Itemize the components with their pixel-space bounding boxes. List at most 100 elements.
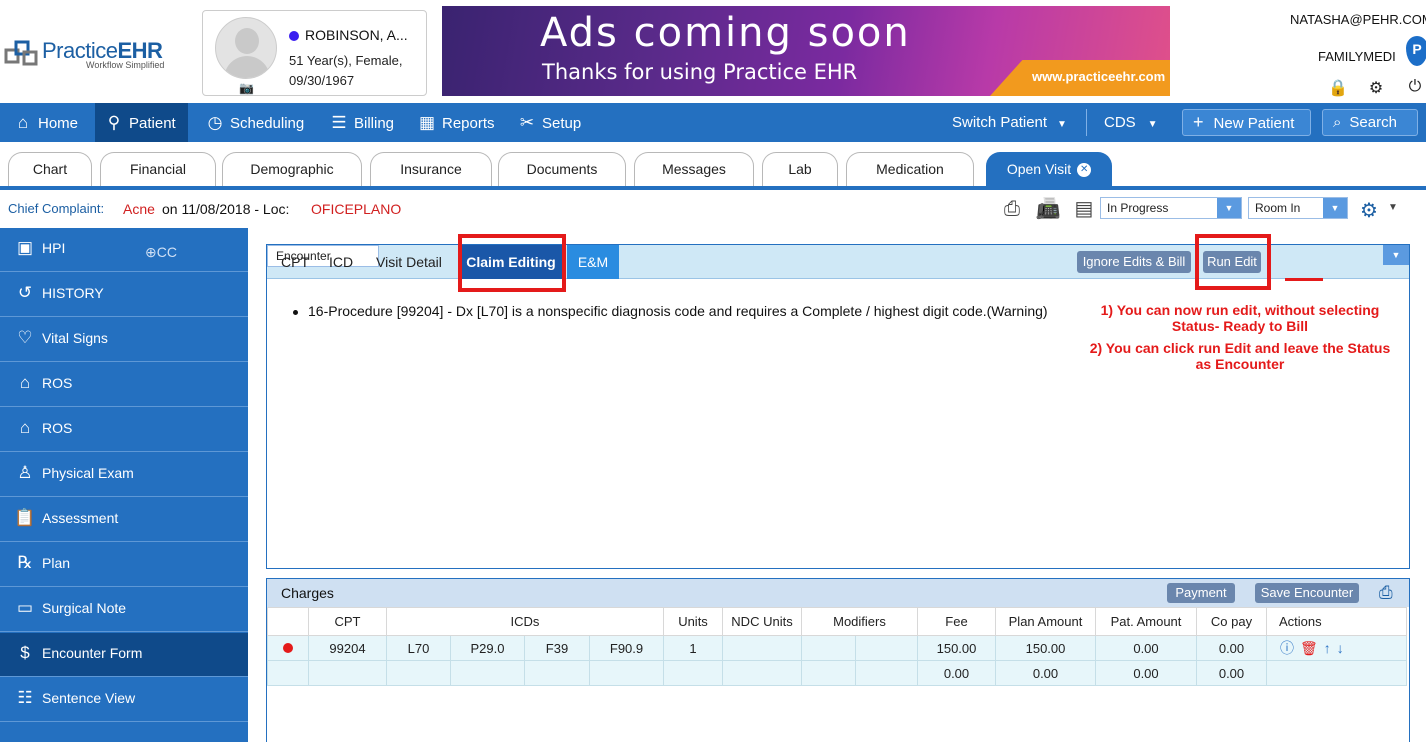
tab-open-visit-label: Open Visit xyxy=(1006,161,1072,177)
sidebar-item-history[interactable]: ↺ HISTORY xyxy=(0,273,248,317)
cell-modifier[interactable] xyxy=(855,660,918,686)
tab-open-visit[interactable]: Open Visit ✕ xyxy=(986,152,1112,186)
cell-plan-amount[interactable]: 150.00 xyxy=(995,635,1096,661)
new-patient-button[interactable]: + New Patient xyxy=(1182,109,1311,136)
sidebar-item-encounter-form[interactable]: $ Encounter Form xyxy=(0,633,248,677)
tab-medication[interactable]: Medication xyxy=(846,152,974,186)
cell-cpt[interactable] xyxy=(308,660,387,686)
arrow-down-icon[interactable]: ↓ xyxy=(1337,640,1344,656)
camera-icon[interactable]: 📷 xyxy=(239,81,254,95)
tab-chart[interactable]: Chart xyxy=(8,152,92,186)
room-select[interactable]: Room In ▼ xyxy=(1248,197,1348,219)
cell-icd[interactable]: F39 xyxy=(524,635,590,661)
visit-status-select[interactable]: In Progress ▼ xyxy=(1100,197,1242,219)
cell-icd[interactable]: L70 xyxy=(386,635,451,661)
patient-card[interactable]: 📷 ROBINSON, A... 51 Year(s), Female, 09/… xyxy=(202,10,427,96)
tab-cpt[interactable]: CPT xyxy=(281,245,309,279)
cell-icd[interactable] xyxy=(386,660,451,686)
table-row[interactable]: 99204 L70 P29.0 F39 F90.9 1 150.00 150.0… xyxy=(267,635,1407,661)
tab-lab[interactable]: Lab xyxy=(762,152,838,186)
tab-visit-detail[interactable]: Visit Detail xyxy=(376,245,442,279)
nav-scheduling-label: Scheduling xyxy=(230,115,305,132)
gear-icon[interactable]: ⚙ xyxy=(1360,198,1378,223)
info-icon[interactable]: ⓘ xyxy=(1280,638,1294,658)
lock-icon[interactable]: 🔒 xyxy=(1328,78,1348,97)
cell-icd[interactable] xyxy=(524,660,590,686)
practice-ehr-logo[interactable]: PracticeEHR Workflow Simplified xyxy=(4,34,194,74)
ad-url[interactable]: www.practiceehr.com xyxy=(990,60,1170,96)
fax-icon[interactable]: 📠 xyxy=(1035,196,1061,222)
cell-pat-amount[interactable]: 0.00 xyxy=(1095,660,1197,686)
sidebar-item-vital-signs[interactable]: ♡ Vital Signs xyxy=(0,318,248,362)
location-pin-icon[interactable]: P xyxy=(1406,36,1426,66)
chevron-down-icon: ▼ xyxy=(1147,119,1158,130)
sidebar-item-ros-2[interactable]: ⌂ ROS xyxy=(0,408,248,452)
tab-financial[interactable]: Financial xyxy=(100,152,216,186)
cell-fee[interactable]: 150.00 xyxy=(917,635,996,661)
annotation-note-2-line2: as Encounter xyxy=(1195,356,1285,372)
cell-units[interactable] xyxy=(663,660,723,686)
reports-icon: ▦ xyxy=(418,113,436,132)
add-cc-button[interactable]: ⊕CC xyxy=(145,244,177,261)
chief-complaint-value: Acne xyxy=(123,201,155,217)
tab-icd[interactable]: ICD xyxy=(329,245,353,279)
cell-pat-amount[interactable]: 0.00 xyxy=(1095,635,1197,661)
close-icon[interactable]: ✕ xyxy=(1077,163,1092,178)
visit-date-text: on 11/08/2018 - Loc: xyxy=(162,201,290,217)
cell-plan-amount[interactable]: 0.00 xyxy=(995,660,1096,686)
sidebar-item-plan[interactable]: ℞ Plan xyxy=(0,543,248,587)
payment-button[interactable]: Payment xyxy=(1167,583,1235,603)
cell-cpt[interactable]: 99204 xyxy=(308,635,387,661)
printer-icon[interactable]: ⎙ xyxy=(1379,583,1393,603)
cell-units[interactable]: 1 xyxy=(663,635,723,661)
sidebar-item-label: Plan xyxy=(42,555,71,571)
nav-billing[interactable]: ☰ Billing xyxy=(320,103,400,142)
sidebar-item-surgical-note[interactable]: ▭ Surgical Note xyxy=(0,588,248,632)
cell-modifier[interactable] xyxy=(801,635,856,661)
chevron-down-icon: ▼ xyxy=(1383,245,1409,265)
cell-icd[interactable]: F90.9 xyxy=(589,635,664,661)
sidebar-item-physical-exam[interactable]: ♙ Physical Exam xyxy=(0,453,248,497)
nav-patient[interactable]: ⚲ Patient xyxy=(95,103,188,142)
cell-ndc-units[interactable] xyxy=(722,635,802,661)
add-cc-label: CC xyxy=(156,244,177,260)
cell-icd[interactable] xyxy=(589,660,664,686)
cell-fee[interactable]: 0.00 xyxy=(917,660,996,686)
sidebar-item-hpi[interactable]: ▣ HPI ⊕CC xyxy=(0,228,248,272)
nav-home[interactable]: ⌂ Home xyxy=(4,103,94,142)
sidebar-item-sentence-view[interactable]: ☷ Sentence View xyxy=(0,678,248,722)
ad-banner[interactable]: Ads coming soon Thanks for using Practic… xyxy=(442,6,1170,96)
tab-em[interactable]: E&M xyxy=(567,245,619,279)
table-row[interactable]: 0.00 0.00 0.00 0.00 xyxy=(267,660,1407,686)
power-icon[interactable]: ⏻ xyxy=(1406,78,1424,96)
switch-patient-dropdown[interactable]: Switch Patient ▼ xyxy=(944,103,1078,142)
tab-documents[interactable]: Documents xyxy=(498,152,626,186)
cell-modifier[interactable] xyxy=(855,635,918,661)
trash-icon[interactable]: 🗑 xyxy=(1300,640,1318,657)
cds-dropdown[interactable]: CDS ▼ xyxy=(1096,103,1162,142)
cell-copay[interactable]: 0.00 xyxy=(1196,635,1267,661)
claim-warning-item: 16-Procedure [99204] - Dx [L70] is a non… xyxy=(293,303,1048,319)
document-icon[interactable]: ▤ xyxy=(1071,196,1097,222)
settings-icon[interactable]: ⚙ xyxy=(1367,78,1385,97)
cell-icd[interactable] xyxy=(450,660,525,686)
sidebar-item-ros[interactable]: ⌂ ROS xyxy=(0,363,248,407)
cell-ndc-units[interactable] xyxy=(722,660,802,686)
cell-copay[interactable]: 0.00 xyxy=(1196,660,1267,686)
search-button[interactable]: ⌕ Search xyxy=(1322,109,1418,136)
sidebar-item-label: Vital Signs xyxy=(42,330,108,346)
ignore-edits-bill-button[interactable]: Ignore Edits & Bill xyxy=(1077,251,1191,273)
nav-setup[interactable]: ✂ Setup xyxy=(508,103,594,142)
chevron-down-icon[interactable]: ▼ xyxy=(1388,202,1398,213)
cell-modifier[interactable] xyxy=(801,660,856,686)
arrow-up-icon[interactable]: ↑ xyxy=(1324,640,1331,656)
tab-insurance[interactable]: Insurance xyxy=(370,152,492,186)
nav-reports[interactable]: ▦ Reports xyxy=(408,103,503,142)
cell-icd[interactable]: P29.0 xyxy=(450,635,525,661)
nav-scheduling[interactable]: ◷ Scheduling xyxy=(196,103,314,142)
sidebar-item-assessment[interactable]: 📋 Assessment xyxy=(0,498,248,542)
save-encounter-button[interactable]: Save Encounter xyxy=(1255,583,1359,603)
printer-icon[interactable]: ⎙ xyxy=(999,196,1025,222)
tab-messages[interactable]: Messages xyxy=(634,152,754,186)
tab-demographic[interactable]: Demographic xyxy=(222,152,362,186)
